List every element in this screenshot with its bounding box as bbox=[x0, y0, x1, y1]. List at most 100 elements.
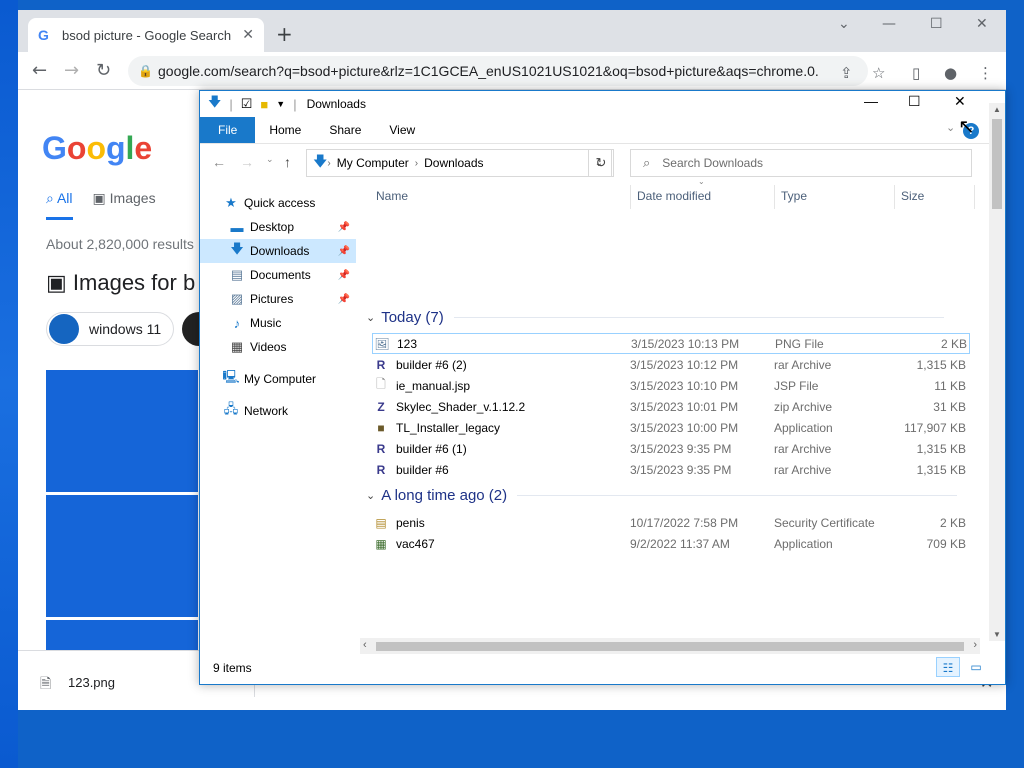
bookmark-star-icon[interactable]: ☆ bbox=[872, 64, 885, 82]
reload-icon[interactable]: ↻ bbox=[96, 60, 111, 81]
rar-archive-icon: R bbox=[376, 441, 386, 456]
close-icon[interactable]: ✕ bbox=[954, 93, 966, 110]
collapse-chevron-icon[interactable]: ⌄ bbox=[366, 311, 375, 324]
tab-view[interactable]: View bbox=[375, 117, 429, 143]
column-divider[interactable] bbox=[774, 185, 775, 209]
properties-check-icon[interactable]: ☑ bbox=[241, 96, 253, 112]
breadcrumb-downloads[interactable]: Downloads bbox=[424, 156, 483, 170]
blank-file-icon: 🗋 bbox=[376, 377, 386, 391]
file-row[interactable]: R builder #6 3/15/2023 9:35 PM rar Archi… bbox=[372, 459, 970, 480]
pin-icon[interactable]: 📌 bbox=[338, 294, 350, 305]
scroll-thumb[interactable] bbox=[992, 119, 1002, 209]
documents-icon: ▤ bbox=[230, 267, 244, 282]
download-file-name[interactable]: 123.png bbox=[68, 675, 115, 690]
close-window-icon[interactable]: ✕ bbox=[976, 16, 988, 32]
search-tabs: ⌕ All ▣ Images bbox=[46, 190, 156, 220]
search-downloads-input[interactable]: ⌕ Search Downloads bbox=[630, 149, 972, 177]
file-row[interactable]: 🖼 123 3/15/2023 10:13 PM PNG File 2 KB bbox=[372, 333, 970, 354]
pin-icon[interactable]: 📌 bbox=[338, 246, 350, 257]
scroll-down-icon[interactable]: ▼ bbox=[993, 630, 1001, 639]
collapse-chevron-icon[interactable]: ⌄ bbox=[366, 489, 375, 502]
minimize-icon[interactable]: — bbox=[864, 93, 878, 109]
refresh-icon[interactable]: ↻ bbox=[588, 149, 614, 177]
customize-dropdown-icon[interactable]: ▼ bbox=[276, 99, 285, 109]
column-divider[interactable] bbox=[974, 185, 975, 209]
tab-all[interactable]: ⌕ All bbox=[46, 190, 73, 220]
minimize-icon[interactable]: — bbox=[882, 16, 896, 32]
tab-search-chevron-icon[interactable]: ⌄ bbox=[838, 16, 850, 32]
file-row[interactable]: R builder #6 (1) 3/15/2023 9:35 PM rar A… bbox=[372, 438, 970, 459]
column-divider[interactable] bbox=[630, 185, 631, 209]
file-row[interactable]: ▦ vac467 9/2/2022 11:37 AM Application 7… bbox=[372, 533, 970, 554]
forward-arrow-icon[interactable]: → bbox=[64, 60, 79, 81]
horizontal-scrollbar[interactable]: ‹ › bbox=[360, 638, 980, 654]
profile-avatar-icon[interactable]: ● bbox=[944, 64, 957, 82]
status-bar: 9 items ☷ ▭ bbox=[200, 657, 1005, 683]
group-header-long-time-ago[interactable]: ⌄ A long time ago (2) bbox=[366, 487, 966, 504]
downloads-icon: 🡇 bbox=[230, 241, 244, 256]
rar-archive-icon: R bbox=[376, 462, 386, 477]
forward-arrow-icon[interactable]: → bbox=[240, 154, 254, 170]
scroll-thumb[interactable] bbox=[376, 642, 964, 651]
bsod-image-3[interactable] bbox=[46, 620, 198, 650]
group-divider bbox=[453, 317, 944, 318]
nav-music[interactable]: ♪ Music bbox=[228, 311, 356, 335]
tab-share[interactable]: Share bbox=[315, 117, 375, 143]
google-logo[interactable]: Google bbox=[42, 130, 152, 167]
maximize-icon[interactable]: ☐ bbox=[908, 93, 921, 110]
file-row[interactable]: Z Skylec_Shader_v.1.12.2 3/15/2023 10:01… bbox=[372, 396, 970, 417]
pin-icon[interactable]: 📌 bbox=[338, 222, 350, 233]
breadcrumb-separator-icon[interactable]: › bbox=[415, 158, 418, 169]
chip-windows-11[interactable]: windows 11 bbox=[46, 312, 174, 346]
menu-kebab-icon[interactable]: ⋮ bbox=[978, 64, 993, 82]
bsod-image-1[interactable] bbox=[46, 370, 198, 492]
address-bar[interactable]: 🡇 › My Computer › Downloads ⌄ bbox=[306, 149, 612, 177]
new-folder-icon[interactable]: ■ bbox=[260, 97, 268, 112]
column-size[interactable]: Size bbox=[901, 181, 924, 211]
bsod-image-2[interactable] bbox=[46, 495, 198, 617]
up-arrow-icon[interactable]: ↑ bbox=[284, 154, 291, 170]
file-row[interactable]: ▤ penis 10/17/2022 7:58 PM Security Cert… bbox=[372, 512, 970, 533]
down-arrow-icon[interactable]: 🡇 bbox=[208, 93, 221, 115]
column-divider[interactable] bbox=[894, 185, 895, 209]
back-arrow-icon[interactable]: ← bbox=[212, 154, 226, 170]
tab-strip: G bsod picture - Google Search ✕ + ⌄ — ☐… bbox=[18, 10, 1006, 52]
column-type[interactable]: Type bbox=[781, 181, 807, 211]
downloads-folder-icon: 🡇 bbox=[313, 153, 328, 169]
omnibox[interactable]: 🔒 google.com/search?q=bsod+picture&rlz=1… bbox=[128, 56, 868, 86]
tab-close-icon[interactable]: ✕ bbox=[242, 27, 254, 43]
tab-file[interactable]: File bbox=[200, 117, 256, 143]
nav-network[interactable]: 🖧 Network bbox=[222, 399, 356, 423]
side-panel-icon[interactable]: ▯ bbox=[912, 64, 920, 82]
recent-locations-chevron-icon[interactable]: ⌄ bbox=[266, 154, 274, 165]
large-icons-view-icon[interactable]: ▭ bbox=[964, 657, 988, 677]
file-row[interactable]: 🗋 ie_manual.jsp 3/15/2023 10:10 PM JSP F… bbox=[372, 375, 970, 396]
scroll-up-icon[interactable]: ▲ bbox=[993, 105, 1001, 114]
nav-my-computer[interactable]: 🖳 My Computer bbox=[222, 367, 356, 391]
vertical-scrollbar[interactable]: ▲ ▼ bbox=[989, 103, 1005, 641]
scroll-left-icon[interactable]: ‹ bbox=[363, 639, 367, 651]
column-name[interactable]: Name bbox=[376, 181, 408, 211]
maximize-icon[interactable]: ☐ bbox=[930, 16, 943, 32]
nav-downloads[interactable]: 🡇 Downloads 📌 bbox=[200, 239, 356, 263]
nav-pictures[interactable]: ▨ Pictures 📌 bbox=[228, 287, 356, 311]
share-icon[interactable]: ⇪ bbox=[840, 64, 853, 82]
browser-tab[interactable]: G bsod picture - Google Search ✕ bbox=[28, 18, 264, 52]
group-header-today[interactable]: ⌄ Today (7) bbox=[366, 309, 966, 326]
file-row[interactable]: R builder #6 (2) 3/15/2023 10:12 PM rar … bbox=[372, 354, 970, 375]
nav-desktop[interactable]: ▬ Desktop 📌 bbox=[228, 215, 356, 239]
pin-icon[interactable]: 📌 bbox=[338, 270, 350, 281]
breadcrumb-my-computer[interactable]: My Computer bbox=[337, 156, 409, 170]
scroll-right-icon[interactable]: › bbox=[973, 639, 977, 651]
breadcrumb-separator-icon[interactable]: › bbox=[327, 158, 330, 169]
back-arrow-icon[interactable]: ← bbox=[32, 60, 47, 81]
tab-images[interactable]: ▣ Images bbox=[93, 190, 156, 220]
tab-home[interactable]: Home bbox=[255, 117, 315, 143]
nav-documents[interactable]: ▤ Documents 📌 bbox=[228, 263, 356, 287]
expand-ribbon-chevron-icon[interactable]: ⌄ bbox=[946, 121, 955, 134]
new-tab-icon[interactable]: + bbox=[276, 22, 293, 46]
nav-quick-access[interactable]: ★ Quick access bbox=[222, 191, 356, 215]
details-view-icon[interactable]: ☷ bbox=[936, 657, 960, 677]
file-row[interactable]: ■ TL_Installer_legacy 3/15/2023 10:00 PM… bbox=[372, 417, 970, 438]
nav-videos[interactable]: ▦ Videos bbox=[228, 335, 356, 359]
